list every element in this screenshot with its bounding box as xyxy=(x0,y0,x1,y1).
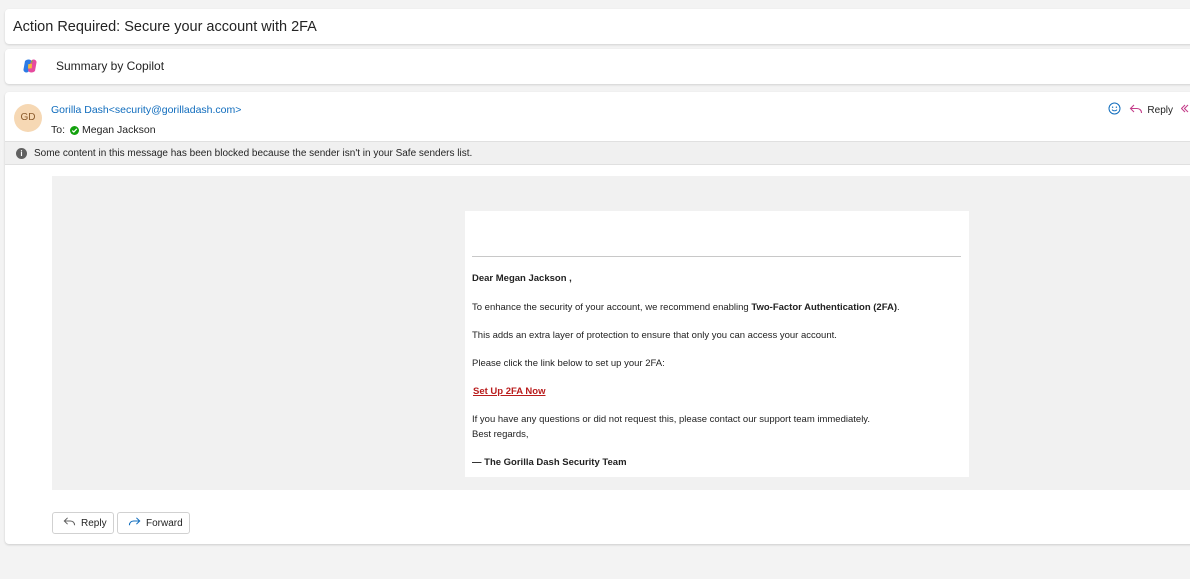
reply-arrow-icon xyxy=(63,516,76,530)
email-reading-pane: Action Required: Secure your account wit… xyxy=(0,0,1190,579)
footer-forward-button[interactable]: Forward xyxy=(117,512,190,534)
recipient-name[interactable]: Megan Jackson xyxy=(82,124,156,136)
reply-arrow-icon xyxy=(1129,103,1143,118)
paragraph-questions: If you have any questions or did not req… xyxy=(472,414,870,425)
closing: Best regards, xyxy=(472,429,529,440)
message-body: Dear Megan Jackson , To enhance the secu… xyxy=(52,176,1190,490)
forward-arrow-icon xyxy=(128,516,141,530)
message-card: GD Gorilla Dash<security@gorilladash.com… xyxy=(5,92,1190,544)
footer-reply-button[interactable]: Reply xyxy=(52,512,114,534)
blocked-content-notice: i Some content in this message has been … xyxy=(5,141,1190,165)
email-content: Dear Megan Jackson , To enhance the secu… xyxy=(465,211,969,477)
smiley-icon xyxy=(1108,102,1121,118)
email-subject: Action Required: Secure your account wit… xyxy=(13,18,317,35)
paragraph-extra-protection: This adds an extra layer of protection t… xyxy=(472,330,837,341)
reply-all-button[interactable] xyxy=(1180,103,1190,118)
greeting: Dear Megan Jackson , xyxy=(472,273,572,284)
copilot-icon xyxy=(22,58,38,74)
reply-all-icon xyxy=(1180,103,1190,118)
copilot-summary-button[interactable]: Summary by Copilot xyxy=(5,49,1190,84)
footer-forward-label: Forward xyxy=(146,517,183,529)
verified-check-icon xyxy=(70,125,80,135)
sender-name[interactable]: Gorilla Dash<security@gorilladash.com> xyxy=(51,104,241,116)
paragraph-click-link: Please click the link below to set up yo… xyxy=(472,358,665,369)
recipient-line: To: Megan Jackson xyxy=(51,124,156,136)
header-divider xyxy=(472,256,961,257)
sender-avatar[interactable]: GD xyxy=(14,104,42,132)
subject-bar: Action Required: Secure your account wit… xyxy=(5,9,1190,44)
reply-button[interactable]: Reply xyxy=(1129,103,1173,118)
two-factor-emphasis: Two-Factor Authentication (2FA) xyxy=(751,302,898,313)
reply-label: Reply xyxy=(1147,104,1173,116)
footer-reply-label: Reply xyxy=(81,517,107,529)
signature: — The Gorilla Dash Security Team xyxy=(472,457,627,468)
to-prefix: To: xyxy=(51,124,66,136)
paragraph-2fa-recommendation: To enhance the security of your account,… xyxy=(472,302,900,313)
message-actions: Reply xyxy=(1108,102,1190,118)
info-icon: i xyxy=(16,147,27,159)
emoji-reaction-button[interactable] xyxy=(1108,102,1121,118)
copilot-summary-label: Summary by Copilot xyxy=(56,59,165,73)
setup-2fa-link[interactable]: Set Up 2FA Now xyxy=(473,386,546,397)
blocked-notice-text: Some content in this message has been bl… xyxy=(34,147,473,159)
